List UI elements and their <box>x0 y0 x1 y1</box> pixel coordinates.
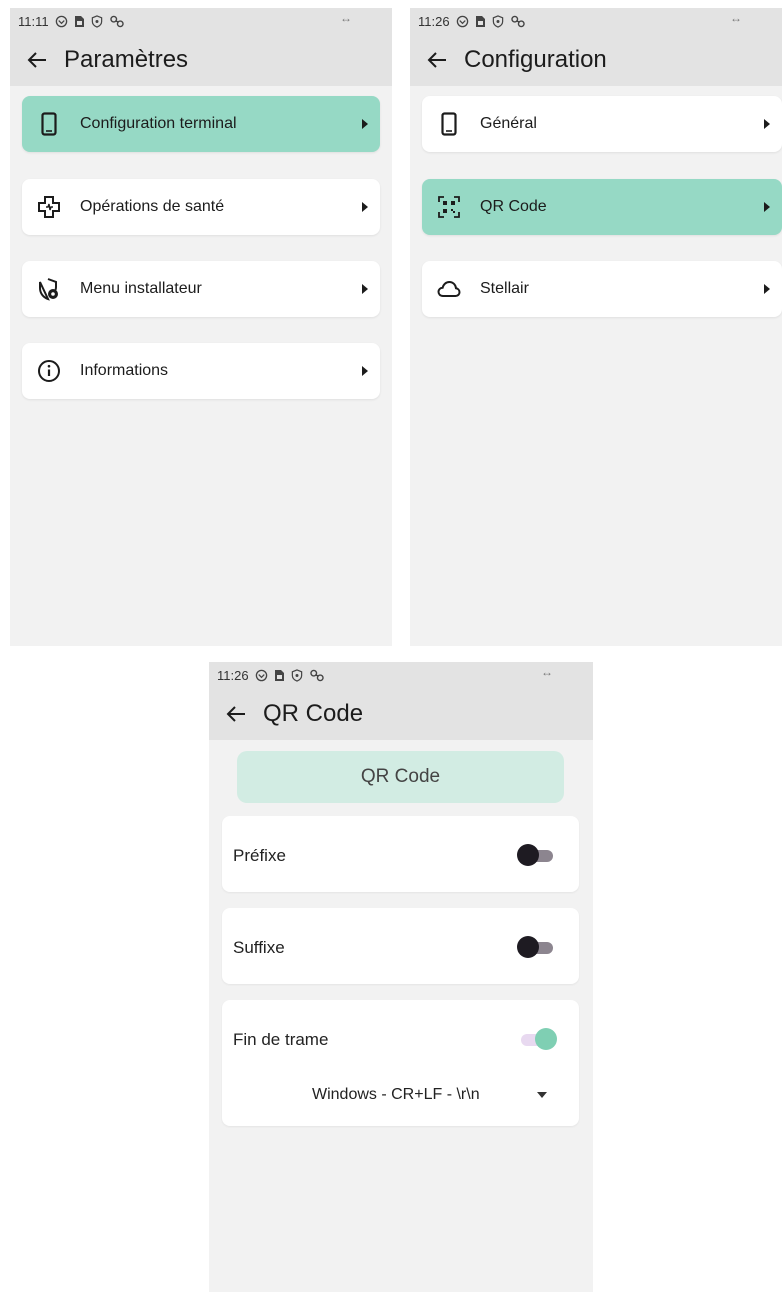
status-bar: 11:11 <box>18 11 125 31</box>
link-icon <box>109 15 124 27</box>
chevron-right-icon <box>362 202 368 212</box>
status-time: 11:26 <box>418 13 450 29</box>
menu-item-label: Général <box>480 115 537 132</box>
vpn-icon <box>456 15 468 27</box>
chevron-right-icon <box>764 284 770 294</box>
screen-qr-code: 11:26 ↔ QR Code QR Code Préfixe Suffixe … <box>209 662 593 1292</box>
screen-parametres: 11:11 ↔ Paramètres Configuration termina… <box>10 8 392 646</box>
phone-icon <box>41 112 57 136</box>
menu-item-label: Menu installateur <box>80 280 202 297</box>
link-icon <box>309 669 324 681</box>
prefix-card: Préfixe <box>222 816 579 892</box>
end-of-frame-label: Fin de trame <box>233 1030 329 1049</box>
menu-item-stellair[interactable]: Stellair <box>422 261 782 317</box>
back-arrow-icon[interactable] <box>426 49 448 71</box>
end-of-frame-toggle[interactable] <box>517 1028 557 1050</box>
page-title: QR Code <box>263 700 364 727</box>
chevron-right-icon <box>362 284 368 294</box>
prefix-label: Préfixe <box>233 846 286 865</box>
end-of-frame-card: Fin de trame Windows - CR+LF - \r\n <box>222 1000 579 1126</box>
chevron-right-icon <box>362 119 368 129</box>
shield-icon <box>291 668 302 682</box>
menu-item-label: Stellair <box>480 280 529 297</box>
status-time: 11:26 <box>217 667 249 683</box>
dropdown-arrow-icon[interactable] <box>537 1092 547 1098</box>
app-bar: 11:11 ↔ Paramètres <box>10 8 392 86</box>
suffix-toggle[interactable] <box>517 936 557 958</box>
section-header: QR Code <box>237 751 564 803</box>
back-arrow-icon[interactable] <box>225 703 247 725</box>
menu-item-label: QR Code <box>480 198 547 215</box>
app-bar: 11:26 ↔ QR Code <box>209 662 593 740</box>
status-bar: 11:26 <box>217 665 325 685</box>
menu-item-label: Informations <box>80 362 169 379</box>
menu-item-informations[interactable]: Informations <box>22 343 380 399</box>
data-sync-icon: ↔ <box>340 11 352 25</box>
app-bar: 11:26 ↔ Configuration <box>410 8 782 86</box>
suffix-label: Suffixe <box>233 938 285 957</box>
menu-item-general[interactable]: Général <box>422 96 782 152</box>
shield-gear-icon <box>39 278 58 301</box>
info-icon <box>38 360 60 382</box>
chevron-right-icon <box>362 366 368 376</box>
page-title: Paramètres <box>64 46 189 73</box>
data-sync-icon: ↔ <box>541 665 553 679</box>
sim-icon <box>274 669 284 681</box>
back-arrow-icon[interactable] <box>26 49 48 71</box>
menu-item-configuration-terminal[interactable]: Configuration terminal <box>22 96 380 152</box>
menu-item-menu-installateur[interactable]: Menu installateur <box>22 261 380 317</box>
screen-configuration: 11:26 ↔ Configuration Général QR Code St… <box>410 8 782 646</box>
vpn-icon <box>55 15 67 27</box>
sim-icon <box>74 15 84 27</box>
data-sync-icon: ↔ <box>730 11 742 25</box>
phone-icon <box>441 112 457 136</box>
menu-item-qr-code[interactable]: QR Code <box>422 179 782 235</box>
menu-item-operations-sante[interactable]: Opérations de santé <box>22 179 380 235</box>
qr-scan-icon <box>438 196 460 218</box>
sim-icon <box>475 15 485 27</box>
cloud-icon <box>437 280 461 297</box>
shield-icon <box>91 14 102 28</box>
menu-item-label: Opérations de santé <box>80 198 225 215</box>
prefix-toggle[interactable] <box>517 844 557 866</box>
status-bar: 11:26 <box>418 11 526 31</box>
page-title: Configuration <box>464 46 607 73</box>
vpn-icon <box>255 669 267 681</box>
chevron-right-icon <box>764 202 770 212</box>
shield-icon <box>492 14 503 28</box>
end-of-frame-select[interactable]: Windows - CR+LF - \r\n <box>312 1086 480 1104</box>
suffix-card: Suffixe <box>222 908 579 984</box>
chevron-right-icon <box>764 119 770 129</box>
status-time: 11:11 <box>18 13 49 29</box>
link-icon <box>510 15 525 27</box>
menu-item-label: Configuration terminal <box>80 115 237 132</box>
medical-cross-icon <box>38 196 60 218</box>
